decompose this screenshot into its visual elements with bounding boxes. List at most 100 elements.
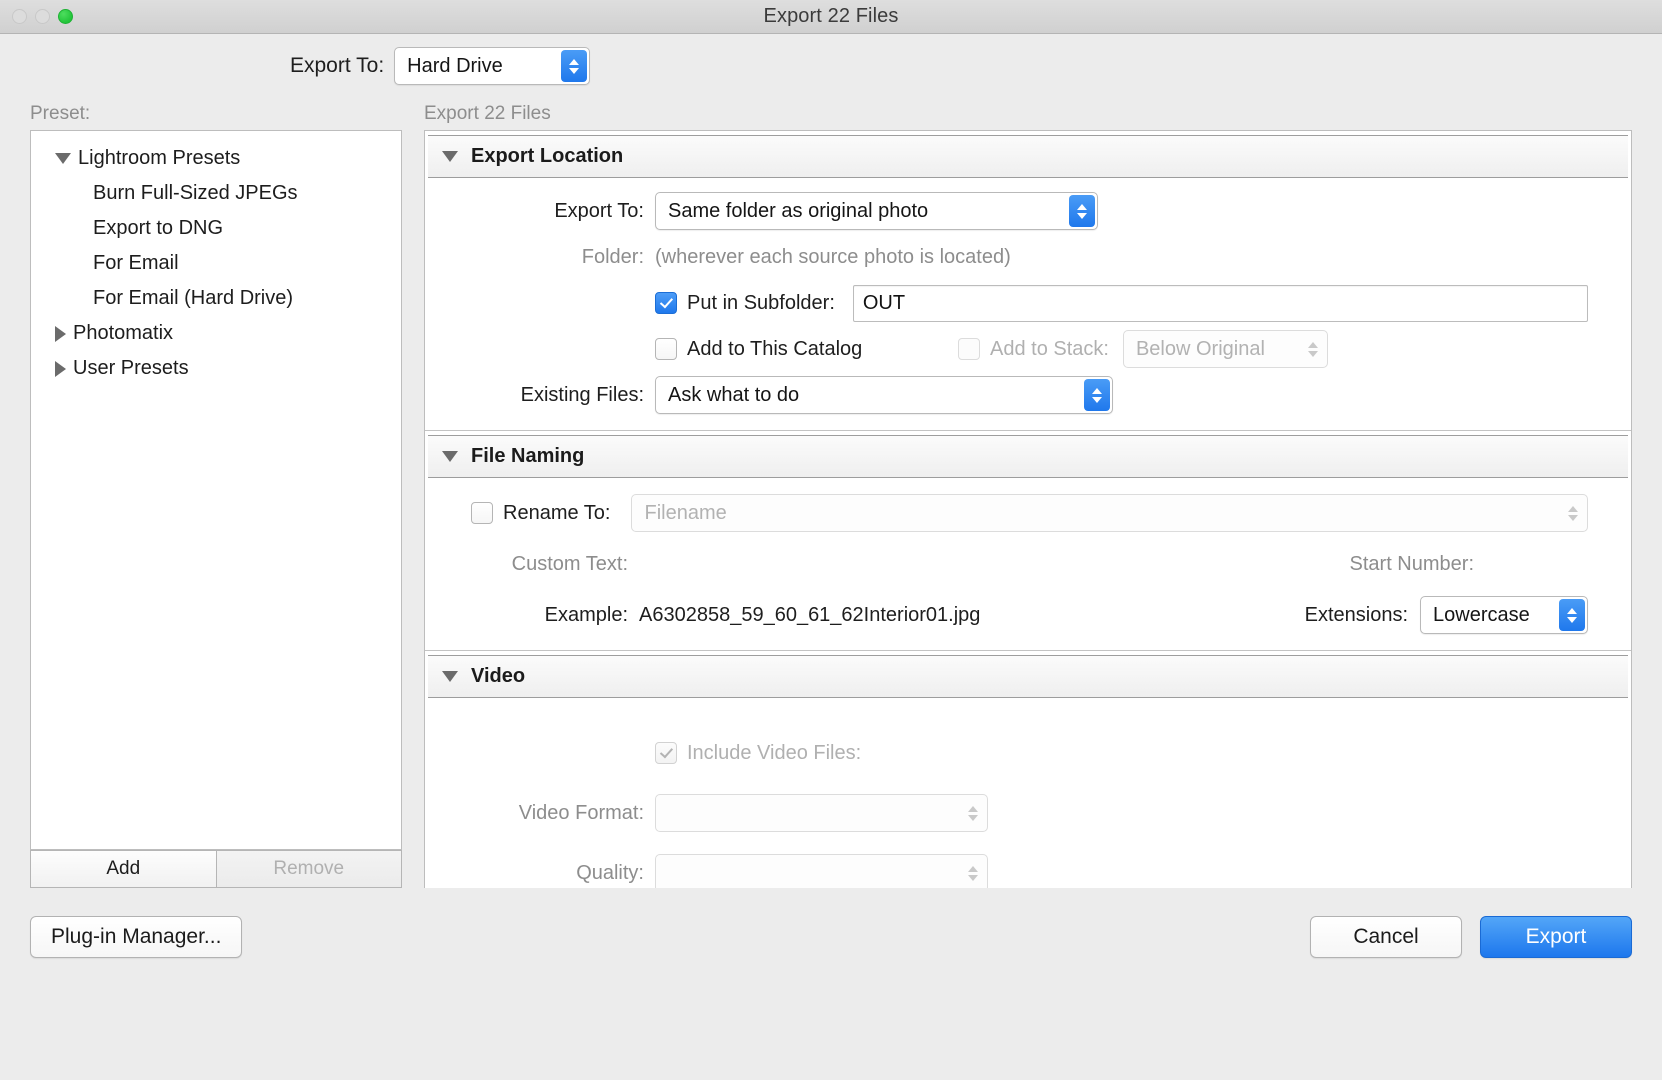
existing-files-value: Ask what to do — [668, 383, 800, 406]
extensions-select[interactable]: Lowercase — [1420, 596, 1588, 634]
preset-item-burn-full-sized-jpegs[interactable]: Burn Full-Sized JPEGs — [31, 176, 401, 211]
panel-body-file-naming: Rename To: Filename Custom Text: Start N… — [425, 478, 1631, 650]
disclosure-triangle-closed-icon[interactable] — [55, 325, 66, 342]
preset-item-label: For Email (Hard Drive) — [93, 287, 294, 309]
add-to-stack-checkbox: Add to Stack: — [958, 338, 1109, 361]
stack-position-value: Below Original — [1135, 337, 1265, 360]
panel-header-file-naming[interactable]: File Naming — [428, 435, 1628, 478]
chevron-updown-icon[interactable] — [1069, 195, 1095, 227]
put-in-subfolder-label: Put in Subfolder: — [687, 291, 835, 314]
disclosure-triangle-closed-icon[interactable] — [55, 360, 66, 377]
video-format-label: Video Format: — [518, 801, 644, 824]
add-to-catalog-checkbox[interactable]: Add to This Catalog — [655, 338, 958, 361]
add-preset-button[interactable]: Add — [30, 850, 217, 888]
export-to-select[interactable]: Hard Drive — [394, 47, 591, 85]
plugin-manager-button[interactable]: Plug-in Manager... — [30, 916, 243, 958]
existing-files-select[interactable]: Ask what to do — [655, 376, 1113, 414]
preset-item-for-email-hard-drive[interactable]: For Email (Hard Drive) — [31, 281, 401, 316]
rename-to-checkbox[interactable]: Rename To: — [471, 502, 610, 525]
preset-group-user-presets[interactable]: User Presets — [31, 351, 401, 386]
close-button[interactable] — [12, 9, 27, 24]
panel-file-naming: File Naming Rename To: Filename Custom T… — [425, 435, 1631, 651]
panel-body-video: Include Video Files: Video Format: Quali… — [425, 698, 1631, 888]
include-video-files-checkbox: Include Video Files: — [655, 742, 861, 765]
export-location-to-value: Same folder as original photo — [668, 199, 929, 222]
checkbox-box[interactable] — [471, 502, 493, 524]
preset-item-export-to-dng[interactable]: Export to DNG — [31, 211, 401, 246]
export-location-to-label: Export To: — [554, 199, 644, 222]
panel-title: Export Location — [471, 145, 624, 167]
preset-group-lightroom[interactable]: Lightroom Presets — [31, 141, 401, 176]
rename-to-label: Rename To: — [503, 501, 611, 524]
panel-body-export-location: Export To: Same folder as original photo… — [425, 178, 1631, 430]
put-in-subfolder-checkbox[interactable]: Put in Subfolder: — [655, 292, 835, 315]
preset-tree[interactable]: Lightroom Presets Burn Full-Sized JPEGs … — [30, 130, 402, 850]
export-location-to-select[interactable]: Same folder as original photo — [655, 192, 1098, 230]
chevron-updown-icon — [1305, 333, 1321, 365]
row-put-in-subfolder: Put in Subfolder: OUT — [441, 280, 1615, 326]
preset-item-label: Export to DNG — [93, 217, 224, 239]
panel-header-export-location[interactable]: Export Location — [428, 135, 1628, 178]
extensions-value: Lowercase — [1433, 603, 1530, 626]
example-label: Example: — [544, 603, 628, 626]
minimize-button[interactable] — [35, 9, 50, 24]
preset-item-label: Lightroom Presets — [78, 147, 241, 169]
preset-actions: Add Remove — [30, 850, 402, 888]
disclosure-triangle-open-icon[interactable] — [55, 153, 71, 164]
add-to-catalog-label: Add to This Catalog — [687, 337, 863, 360]
subfolder-name-input[interactable]: OUT — [852, 284, 1588, 322]
folder-label: Folder: — [581, 245, 644, 268]
remove-preset-button: Remove — [216, 850, 402, 888]
settings-pane-header: Export 22 Files — [424, 103, 551, 124]
preset-item-label: For Email — [93, 252, 179, 274]
chevron-updown-icon[interactable] — [561, 50, 588, 82]
existing-files-label: Existing Files: — [520, 383, 644, 406]
checkbox-box[interactable] — [655, 338, 677, 360]
disclosure-triangle-open-icon[interactable] — [442, 451, 458, 462]
window-title: Export 22 Files — [763, 5, 899, 27]
export-button[interactable]: Export — [1480, 916, 1632, 958]
export-to-label: Export To: — [290, 54, 385, 77]
chevron-updown-icon — [965, 857, 981, 888]
row-custom-text: Custom Text: Start Number: — [441, 536, 1615, 592]
cancel-button[interactable]: Cancel — [1310, 916, 1462, 958]
window-title-bar: Export 22 Files — [0, 0, 1662, 34]
custom-text-label: Custom Text: — [511, 552, 628, 575]
folder-value: (wherever each source photo is located) — [655, 245, 1011, 268]
preset-item-label: User Presets — [73, 357, 189, 379]
preset-pane: Preset: Lightroom Presets Burn Full-Size… — [30, 98, 402, 888]
dialog-body: Preset: Lightroom Presets Burn Full-Size… — [0, 98, 1662, 888]
row-example: Example: A6302858_59_60_61_62Interior01.… — [441, 592, 1615, 650]
row-export-to: Export To: Same folder as original photo — [441, 178, 1615, 234]
stack-position-select: Below Original — [1122, 330, 1328, 368]
panel-header-video[interactable]: Video — [428, 655, 1628, 698]
subfolder-name-value: OUT — [862, 291, 906, 314]
rename-template-select: Filename — [631, 494, 1588, 532]
chevron-updown-icon — [965, 797, 981, 829]
panel-export-location: Export Location Export To: Same folder a… — [425, 135, 1631, 431]
preset-item-label: Burn Full-Sized JPEGs — [93, 182, 298, 204]
extensions-label: Extensions: — [1304, 603, 1408, 626]
row-folder: Folder: (wherever each source photo is l… — [441, 234, 1615, 280]
panel-video: Video Include Video Files: Video Format: — [425, 655, 1631, 888]
include-video-files-label: Include Video Files: — [687, 741, 862, 764]
row-video-format: Video Format: — [441, 776, 1615, 836]
video-quality-label: Quality: — [576, 861, 644, 884]
disclosure-triangle-open-icon[interactable] — [442, 151, 458, 162]
disclosure-triangle-open-icon[interactable] — [442, 671, 458, 682]
add-to-stack-label: Add to Stack: — [990, 337, 1109, 360]
row-include-video: Include Video Files: — [441, 698, 1615, 776]
chevron-updown-icon — [1565, 497, 1581, 529]
settings-panels: Export Location Export To: Same folder a… — [424, 130, 1632, 888]
zoom-button[interactable] — [58, 9, 73, 24]
preset-item-for-email[interactable]: For Email — [31, 246, 401, 281]
chevron-updown-icon[interactable] — [1559, 599, 1585, 631]
rename-template-value: Filename — [644, 501, 727, 524]
panel-title: Video — [471, 665, 526, 687]
chevron-updown-icon[interactable] — [1084, 379, 1110, 411]
dialog-footer: Plug-in Manager... Cancel Export — [0, 888, 1662, 986]
window-controls[interactable] — [12, 0, 73, 33]
preset-group-photomatix[interactable]: Photomatix — [31, 316, 401, 351]
checkbox-box[interactable] — [655, 292, 677, 314]
settings-pane: Export 22 Files Export Location Export T… — [402, 98, 1632, 888]
